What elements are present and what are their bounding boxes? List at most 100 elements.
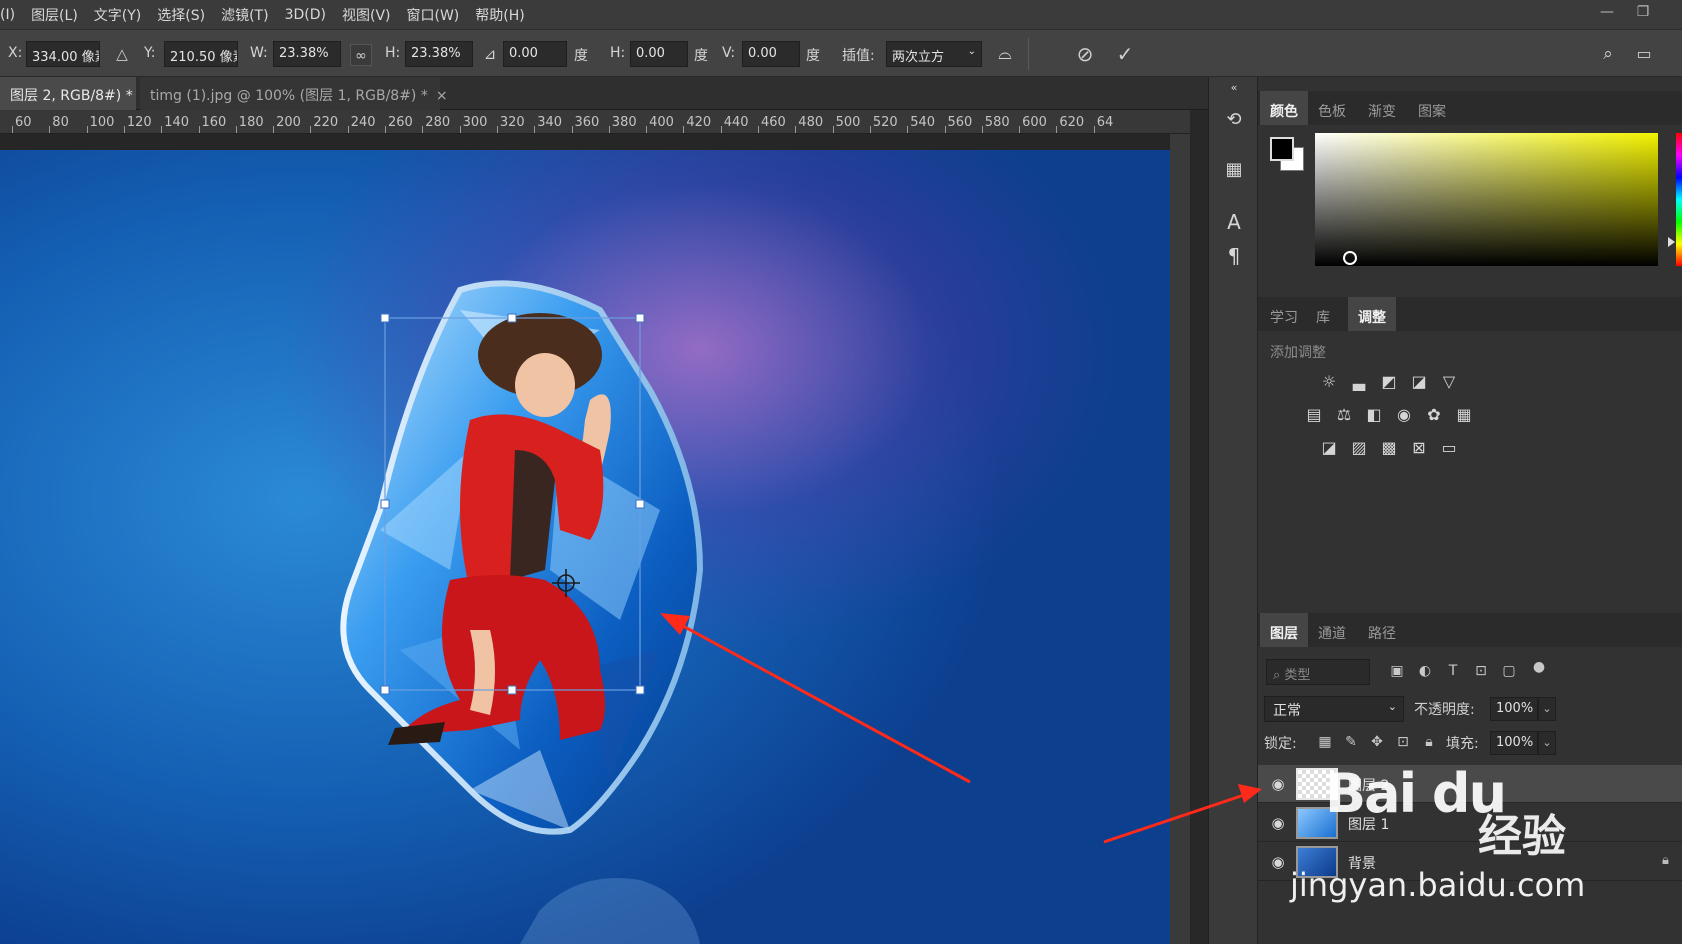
y-input[interactable]: 210.50 像素 bbox=[164, 41, 238, 67]
menu-view[interactable]: 视图(V) bbox=[342, 5, 399, 25]
tab-color[interactable]: 颜色 bbox=[1260, 91, 1308, 125]
visibility-eye-icon[interactable]: ◉ bbox=[1268, 853, 1288, 871]
tab-libraries[interactable]: 库 bbox=[1306, 297, 1340, 331]
filter-type-icon[interactable]: T bbox=[1442, 660, 1464, 682]
filter-adjustment-icon[interactable]: ◐ bbox=[1414, 660, 1436, 682]
opacity-input[interactable]: 100% bbox=[1490, 697, 1538, 721]
cancel-transform-icon[interactable]: ⊘ bbox=[1073, 42, 1097, 66]
invert-icon[interactable]: ◪ bbox=[1318, 437, 1340, 459]
color-picker-field[interactable] bbox=[1315, 133, 1658, 266]
transform-handle-bl[interactable] bbox=[380, 685, 390, 695]
hue-saturation-icon[interactable]: ▤ bbox=[1303, 404, 1325, 426]
hue-slider-arrow[interactable] bbox=[1668, 237, 1675, 247]
menu-image[interactable]: (I) bbox=[0, 7, 23, 23]
curves-icon[interactable]: ◩ bbox=[1378, 371, 1400, 393]
menu-type[interactable]: 文字(Y) bbox=[94, 5, 149, 25]
transform-handle-tl[interactable] bbox=[380, 313, 390, 323]
posterize-icon[interactable]: ▨ bbox=[1348, 437, 1370, 459]
filter-shape-icon[interactable]: ⊡ bbox=[1470, 660, 1492, 682]
lock-all-icon[interactable]: 🔒︎ bbox=[1418, 731, 1440, 753]
ruler-tick bbox=[422, 126, 424, 133]
fill-input[interactable]: 100% bbox=[1490, 731, 1538, 755]
brightness-icon[interactable]: ☼ bbox=[1318, 371, 1340, 393]
levels-icon[interactable]: ▃ bbox=[1348, 371, 1370, 393]
character-icon[interactable]: A bbox=[1221, 209, 1247, 235]
horizontal-ruler[interactable]: 60 80 100 120 140 160 180 200 220 240 260 280 300 320… bbox=[0, 110, 1190, 134]
tab-paths[interactable]: 路径 bbox=[1358, 613, 1406, 647]
warp-icon[interactable]: ⌓ bbox=[993, 42, 1017, 66]
photo-filter-icon[interactable]: ◉ bbox=[1393, 404, 1415, 426]
transform-handle-tc[interactable] bbox=[507, 313, 517, 323]
restore-icon[interactable]: ❐ bbox=[1632, 4, 1654, 22]
w-input[interactable]: 23.38% bbox=[273, 41, 341, 67]
menu-layer[interactable]: 图层(L) bbox=[31, 5, 86, 25]
tab-timg-document[interactable]: timg (1).jpg @ 100% (图层 1, RGB/8#) * × bbox=[140, 77, 448, 110]
filter-toggle-icon[interactable]: ● bbox=[1528, 656, 1550, 678]
menu-filter[interactable]: 滤镜(T) bbox=[221, 5, 276, 25]
lock-transparent-icon[interactable]: ▦ bbox=[1314, 731, 1336, 753]
threshold-icon[interactable]: ▩ bbox=[1378, 437, 1400, 459]
transform-handle-br[interactable] bbox=[635, 685, 645, 695]
lock-image-icon[interactable]: ✎ bbox=[1340, 731, 1362, 753]
h-input[interactable]: 23.38% bbox=[405, 41, 473, 67]
tab-layer2-document[interactable]: 图层 2, RGB/8#) *× bbox=[0, 77, 152, 110]
menu-3d[interactable]: 3D(D) bbox=[285, 7, 334, 23]
transform-handle-bc[interactable] bbox=[507, 685, 517, 695]
selective-color-icon[interactable]: ⊠ bbox=[1408, 437, 1430, 459]
lock-position-icon[interactable]: ✥ bbox=[1366, 731, 1388, 753]
canvas-scroll-strip[interactable] bbox=[1170, 134, 1190, 944]
menu-window[interactable]: 窗口(W) bbox=[407, 5, 468, 25]
tab-patterns[interactable]: 图案 bbox=[1408, 91, 1456, 125]
channel-mixer-icon[interactable]: ✿ bbox=[1423, 404, 1445, 426]
minimize-icon[interactable]: — bbox=[1596, 4, 1618, 22]
exposure-icon[interactable]: ◪ bbox=[1408, 371, 1430, 393]
angle-input[interactable]: 0.00 bbox=[503, 41, 567, 67]
reference-point-icon[interactable]: △ bbox=[110, 42, 134, 66]
tab-adjustments[interactable]: 调整 bbox=[1348, 297, 1396, 331]
color-picker-cursor[interactable] bbox=[1343, 251, 1357, 265]
color-lookup-icon[interactable]: ▦ bbox=[1453, 404, 1475, 426]
tab-layers[interactable]: 图层 bbox=[1260, 613, 1308, 647]
tab-gradients[interactable]: 渐变 bbox=[1358, 91, 1406, 125]
history-icon[interactable]: ⟲ bbox=[1221, 107, 1247, 133]
commit-transform-icon[interactable]: ✓ bbox=[1113, 42, 1137, 66]
filter-pixel-icon[interactable]: ▣ bbox=[1386, 660, 1408, 682]
link-icon[interactable]: ∞ bbox=[350, 44, 372, 66]
gradient-map-icon[interactable]: ▭ bbox=[1438, 437, 1460, 459]
vibrance-icon[interactable]: ▽ bbox=[1438, 371, 1460, 393]
blend-mode-select[interactable]: 正常 ⌄ bbox=[1264, 696, 1404, 722]
tab-learn[interactable]: 学习 bbox=[1260, 297, 1308, 331]
lock-icon: 🔒︎ bbox=[1662, 853, 1669, 868]
canvas-area[interactable] bbox=[0, 134, 1190, 944]
collapse-icon[interactable]: « bbox=[1221, 81, 1247, 95]
color-balance-icon[interactable]: ⚖ bbox=[1333, 404, 1355, 426]
hue-slider[interactable] bbox=[1676, 133, 1682, 266]
transform-handle-tr[interactable] bbox=[635, 313, 645, 323]
foreground-color-swatch[interactable] bbox=[1270, 137, 1294, 161]
filter-smart-object-icon[interactable]: ▢ bbox=[1498, 660, 1520, 682]
vskew-input[interactable]: 0.00 bbox=[742, 41, 800, 67]
visibility-eye-icon[interactable]: ◉ bbox=[1268, 775, 1288, 793]
properties-icon[interactable]: ▦ bbox=[1221, 157, 1247, 183]
workspace-icon[interactable]: ▭ bbox=[1632, 42, 1656, 66]
layer-filter-select[interactable]: ⌕ 类型 bbox=[1266, 659, 1370, 685]
visibility-eye-icon[interactable]: ◉ bbox=[1268, 814, 1288, 832]
tab-channels[interactable]: 通道 bbox=[1308, 613, 1356, 647]
transform-handle-mr[interactable] bbox=[635, 499, 645, 509]
chevron-down-icon[interactable]: ⌄ bbox=[1538, 731, 1556, 755]
tab-swatches[interactable]: 色板 bbox=[1308, 91, 1356, 125]
menu-help[interactable]: 帮助(H) bbox=[475, 5, 532, 25]
color-panel-tabs: 颜色 色板 渐变 图案 bbox=[1258, 91, 1682, 125]
lock-artboard-icon[interactable]: ⊡ bbox=[1392, 731, 1414, 753]
chevron-down-icon[interactable]: ⌄ bbox=[1538, 697, 1556, 721]
search-icon[interactable]: ⌕ bbox=[1596, 42, 1620, 66]
hskew-input[interactable]: 0.00 bbox=[630, 41, 688, 67]
interpolation-select[interactable]: 两次立方 ⌄ bbox=[886, 41, 982, 67]
black-white-icon[interactable]: ◧ bbox=[1363, 404, 1385, 426]
x-input[interactable]: 334.00 像素 bbox=[26, 41, 100, 67]
canvas-document[interactable] bbox=[0, 150, 1170, 944]
menu-select[interactable]: 选择(S) bbox=[157, 5, 213, 25]
close-icon[interactable]: × bbox=[436, 88, 448, 104]
paragraph-icon[interactable]: ¶ bbox=[1221, 243, 1247, 269]
transform-handle-ml[interactable] bbox=[380, 499, 390, 509]
